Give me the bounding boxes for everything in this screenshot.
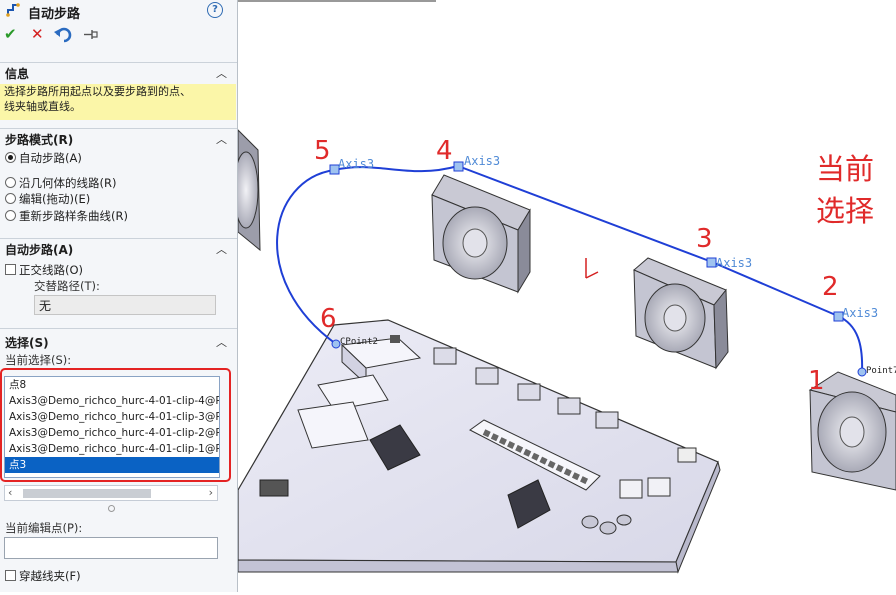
- undo-icon[interactable]: [54, 26, 74, 43]
- mode-option-label: 自动步路(A): [19, 151, 82, 165]
- clip-marker[interactable]: [706, 257, 717, 268]
- route-point-number-1: 1: [808, 366, 825, 396]
- info-text-line-1: 选择步路所用起点以及要步路到的点、: [4, 85, 191, 98]
- mode-option-edit-drag[interactable]: 编辑(拖动)(E): [5, 191, 90, 207]
- ok-button[interactable]: ✔: [4, 25, 17, 43]
- edit-point-field[interactable]: [4, 537, 218, 559]
- property-manager: 自动步路 ? ✔ ✕ 信息 ︿ 选择步路所用起点以及要步路到的点、 线夹轴或直线…: [0, 0, 238, 592]
- clip-marker[interactable]: [453, 161, 464, 172]
- info-text-line-2: 线夹轴或直线。: [4, 100, 81, 113]
- checkbox-icon[interactable]: [5, 570, 16, 581]
- mode-option-reroute-spline[interactable]: 重新步路样条曲线(R): [5, 208, 128, 224]
- highlight-box: [0, 368, 231, 482]
- orthogonal-route-checkbox[interactable]: 正交线路(O): [5, 262, 83, 278]
- axis-label: Axis3: [716, 256, 753, 270]
- scroll-thumb[interactable]: [23, 489, 151, 498]
- route-point-number-3: 3: [696, 224, 713, 254]
- route-point-number-2: 2: [822, 272, 839, 302]
- point-label: Point7: [866, 366, 896, 376]
- fan-model[interactable]: [233, 128, 261, 252]
- radio-icon[interactable]: [5, 210, 16, 221]
- axis-label: Axis3: [842, 306, 879, 320]
- fan-model[interactable]: [431, 174, 531, 294]
- axis-label: Axis3: [464, 154, 501, 168]
- graphics-viewport[interactable]: 当前选择 5 4 3 2 1 6 Axis3 Axis3 Axis3 Axis3…: [233, 0, 896, 592]
- alternate-path-label: 交替路径(T):: [34, 279, 100, 293]
- through-clip-checkbox[interactable]: 穿越线夹(F): [5, 568, 81, 584]
- auto-route-section-header[interactable]: 自动步路(A) ︿: [0, 238, 237, 257]
- model-view[interactable]: [233, 0, 896, 592]
- annotation-label: 当前选择: [816, 152, 875, 228]
- list-horizontal-scrollbar[interactable]: ‹ ›: [4, 485, 218, 501]
- mode-option-label: 沿几何体的线路(R): [19, 176, 117, 190]
- collapse-chevron-icon[interactable]: ︿: [216, 65, 227, 81]
- route-tool-icon: [6, 3, 20, 17]
- resize-handle-icon[interactable]: [108, 505, 115, 512]
- collapse-chevron-icon[interactable]: ︿: [216, 334, 227, 350]
- route-point-number-5: 5: [314, 136, 331, 166]
- auto-route-section-title: 自动步路(A): [5, 243, 74, 257]
- panel-title: 自动步路: [28, 7, 81, 22]
- radio-selected-icon[interactable]: [5, 152, 16, 163]
- selection-section-title: 选择(S): [5, 336, 49, 350]
- route-point-number-6: 6: [320, 304, 337, 334]
- info-message: 选择步路所用起点以及要步路到的点、 线夹轴或直线。: [0, 84, 236, 120]
- scroll-left-icon[interactable]: ‹: [8, 486, 12, 500]
- route-start-point[interactable]: [857, 367, 867, 377]
- route-mode-section-title: 步路模式(R): [5, 133, 74, 147]
- info-section-header[interactable]: 信息 ︿: [0, 62, 237, 81]
- route-end-point[interactable]: [331, 339, 341, 349]
- radio-icon[interactable]: [5, 193, 16, 204]
- checkbox-icon[interactable]: [5, 264, 16, 275]
- panel-title-row: 自动步路 ?: [0, 0, 237, 22]
- action-buttons: ✔ ✕: [0, 25, 237, 45]
- point-label: CPoint2: [340, 337, 378, 347]
- alternate-path-field: 无: [34, 295, 216, 315]
- radio-icon[interactable]: [5, 177, 16, 188]
- mode-option-auto[interactable]: 自动步路(A): [5, 150, 82, 166]
- pin-icon[interactable]: [83, 28, 99, 41]
- fan-model[interactable]: [633, 257, 729, 370]
- orthogonal-route-label: 正交线路(O): [19, 263, 84, 277]
- info-section-title: 信息: [5, 67, 30, 81]
- mode-option-label: 编辑(拖动)(E): [19, 192, 91, 206]
- cancel-button[interactable]: ✕: [31, 25, 44, 43]
- help-icon[interactable]: ?: [207, 2, 223, 18]
- coordinate-triad-icon: [585, 258, 599, 279]
- axis-label: Axis3: [338, 157, 375, 171]
- current-selection-label: 当前选择(S):: [5, 353, 72, 367]
- scroll-right-icon[interactable]: ›: [209, 486, 213, 500]
- through-clip-label: 穿越线夹(F): [19, 569, 81, 583]
- edit-point-label: 当前编辑点(P):: [5, 521, 83, 535]
- collapse-chevron-icon[interactable]: ︿: [216, 241, 227, 257]
- collapse-chevron-icon[interactable]: ︿: [216, 131, 227, 147]
- mode-option-along-geometry[interactable]: 沿几何体的线路(R): [5, 175, 116, 191]
- mode-option-label: 重新步路样条曲线(R): [19, 209, 128, 223]
- route-point-number-4: 4: [436, 136, 453, 166]
- circuit-board-model[interactable]: [237, 319, 721, 574]
- selection-section-header[interactable]: 选择(S) ︿: [0, 328, 237, 350]
- route-mode-section-header[interactable]: 步路模式(R) ︿: [0, 128, 237, 147]
